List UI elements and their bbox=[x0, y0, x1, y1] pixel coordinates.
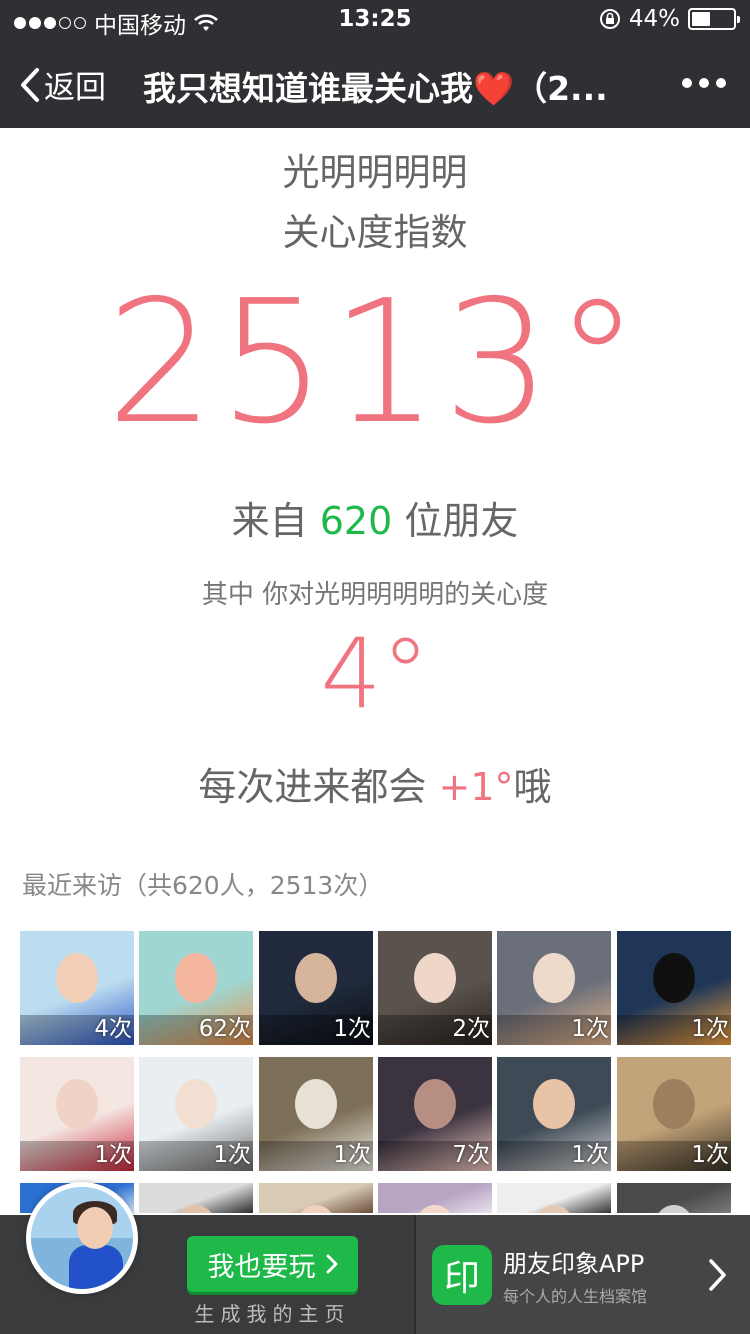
visit-count: 1次 bbox=[571, 1016, 609, 1042]
visitor-photo bbox=[653, 1205, 695, 1213]
visitor-tile[interactable]: 1次 bbox=[617, 1057, 731, 1171]
visit-count: 1次 bbox=[333, 1142, 371, 1168]
visitor-tile[interactable] bbox=[497, 1183, 611, 1213]
increment-suffix: 哦 bbox=[513, 765, 552, 809]
visitor-photo bbox=[653, 1079, 695, 1129]
nav-bar: 返回 我只想知道谁最关心我❤️（2... bbox=[0, 40, 750, 128]
app-icon[interactable]: 印 bbox=[432, 1245, 492, 1305]
status-bar: 中国移动 13:25 44% bbox=[0, 0, 750, 40]
chevron-left-icon bbox=[21, 67, 39, 102]
visitor-photo bbox=[295, 953, 337, 1003]
visitor-tile[interactable]: 1次 bbox=[259, 1057, 373, 1171]
visitor-tile[interactable]: 2次 bbox=[378, 931, 492, 1045]
visitor-photo bbox=[175, 1079, 217, 1129]
visitor-tile[interactable]: 62次 bbox=[139, 931, 253, 1045]
visit-count: 1次 bbox=[571, 1142, 609, 1168]
play-too-button[interactable]: 我也要玩 bbox=[187, 1236, 358, 1292]
visitor-tile[interactable]: 1次 bbox=[497, 931, 611, 1045]
owner-name: 光明明明明 bbox=[282, 151, 468, 194]
visitor-photo bbox=[414, 1205, 456, 1213]
battery-icon bbox=[688, 8, 740, 30]
visitor-photo bbox=[653, 953, 695, 1003]
visit-count: 4次 bbox=[94, 1016, 132, 1042]
back-button[interactable]: 返回 bbox=[18, 62, 106, 107]
back-label: 返回 bbox=[44, 70, 106, 106]
visitor-photo bbox=[414, 953, 456, 1003]
battery-percent: 44% bbox=[628, 6, 680, 32]
visitor-tile[interactable] bbox=[378, 1183, 492, 1213]
total-care-degree: 2513° bbox=[106, 264, 644, 462]
visitor-tile[interactable] bbox=[617, 1183, 731, 1213]
battery-level bbox=[692, 12, 710, 26]
app-name[interactable]: 朋友印象APP bbox=[503, 1244, 644, 1279]
visit-count: 1次 bbox=[94, 1142, 132, 1168]
rotation-lock-icon bbox=[599, 9, 620, 29]
visitor-tile[interactable]: 7次 bbox=[378, 1057, 492, 1171]
visitor-photo bbox=[175, 1205, 217, 1213]
from-suffix: 位朋友 bbox=[392, 499, 519, 543]
visitor-tile[interactable] bbox=[259, 1183, 373, 1213]
status-right: 44% bbox=[599, 6, 740, 32]
visitor-photo bbox=[533, 953, 575, 1003]
increment-prefix: 每次进来都会 bbox=[198, 765, 439, 809]
generate-page-label[interactable]: 生成我的主页 bbox=[150, 1298, 395, 1327]
visit-count: 7次 bbox=[452, 1142, 490, 1168]
visitor-photo bbox=[175, 953, 217, 1003]
chevron-right-icon[interactable] bbox=[708, 1258, 728, 1292]
increment-line: 每次进来都会 +1°哦 bbox=[0, 756, 750, 811]
visit-count: 62次 bbox=[198, 1016, 251, 1042]
page-title: 我只想知道谁最关心我❤️（2... bbox=[143, 69, 608, 108]
friend-count: 620 bbox=[319, 499, 393, 543]
your-care-degree: 4° bbox=[320, 618, 430, 730]
visitor-tile[interactable]: 1次 bbox=[497, 1057, 611, 1171]
visit-count: 1次 bbox=[691, 1142, 729, 1168]
visit-count: 1次 bbox=[333, 1016, 371, 1042]
index-label: 关心度指数 bbox=[282, 211, 468, 254]
chevron-right-icon bbox=[326, 1254, 337, 1274]
recent-visits-title: 最近来访（共620人，2513次） bbox=[22, 871, 384, 900]
visitor-photo bbox=[295, 1079, 337, 1129]
visitor-tile[interactable] bbox=[139, 1183, 253, 1213]
visitor-photo bbox=[295, 1205, 337, 1213]
visitor-photo bbox=[533, 1205, 575, 1213]
friend-count-line: 来自 620 位朋友 bbox=[0, 490, 750, 545]
more-dots-icon bbox=[682, 78, 692, 88]
increment-value: +1° bbox=[438, 765, 514, 809]
visit-count: 1次 bbox=[691, 1016, 729, 1042]
avatar[interactable] bbox=[26, 1182, 138, 1294]
visitor-tile[interactable]: 1次 bbox=[617, 931, 731, 1045]
visitor-tile[interactable]: 1次 bbox=[259, 931, 373, 1045]
from-prefix: 来自 bbox=[231, 499, 320, 543]
your-degree-text: 其中 你对光明明明明的关心度 bbox=[201, 580, 549, 610]
visitor-photo bbox=[533, 1079, 575, 1129]
visitor-photo bbox=[56, 1079, 98, 1129]
app-description: 每个人的人生档案馆 bbox=[503, 1287, 648, 1306]
visitor-tile[interactable]: 1次 bbox=[20, 1057, 134, 1171]
visit-count: 2次 bbox=[452, 1016, 490, 1042]
visitor-photo bbox=[56, 953, 98, 1003]
play-label: 我也要玩 bbox=[207, 1251, 316, 1283]
visitor-tile[interactable]: 4次 bbox=[20, 931, 134, 1045]
more-button[interactable] bbox=[682, 78, 726, 88]
visitor-tile[interactable]: 1次 bbox=[139, 1057, 253, 1171]
visit-count: 1次 bbox=[213, 1142, 251, 1168]
visitor-photo bbox=[414, 1079, 456, 1129]
